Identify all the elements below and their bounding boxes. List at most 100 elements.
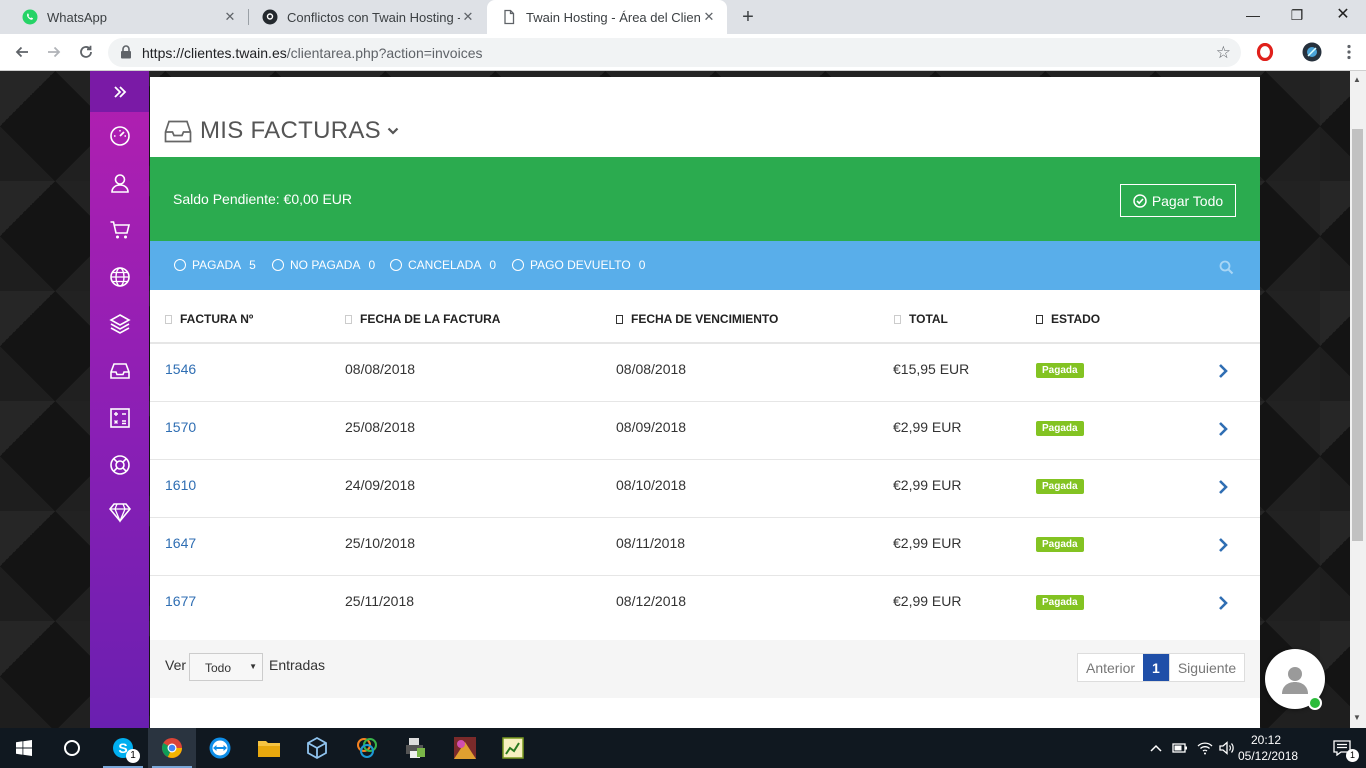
invoice-number-link[interactable]: 1647 [165, 535, 196, 551]
balance-bar: Saldo Pendiente: €0,00 EUR Pagar Todo [150, 157, 1260, 241]
table-row[interactable]: 1647 25/10/2018 08/11/2018 €2,99 EUR Pag… [150, 518, 1260, 576]
pagination-page-1[interactable]: 1 [1143, 654, 1169, 681]
table-row[interactable]: 1677 25/11/2018 08/12/2018 €2,99 EUR Pag… [150, 576, 1260, 634]
sidebar-item-account[interactable] [90, 159, 149, 206]
invoice-number-link[interactable]: 1570 [165, 419, 196, 435]
tab-close-icon[interactable]: ✕ [222, 9, 238, 25]
tab-whatsapp[interactable]: WhatsApp ✕ [8, 0, 248, 34]
address-bar[interactable]: https://clientes.twain.es/clientarea.php… [108, 38, 1241, 67]
minimize-icon[interactable]: — [1230, 0, 1276, 30]
taskbar-app-chart[interactable] [489, 728, 537, 768]
volume-icon[interactable] [1219, 741, 1235, 755]
taskbar-file-explorer[interactable] [245, 728, 293, 768]
back-icon[interactable] [10, 40, 34, 64]
taskbar-skype[interactable]: S 1 [99, 728, 147, 768]
taskbar-clock[interactable]: 20:12 05/12/2018 [1238, 732, 1298, 764]
sort-icon [1036, 314, 1043, 324]
tab-close-icon[interactable]: ✕ [701, 9, 717, 25]
url-path: /clientarea.php?action=invoices [286, 45, 483, 61]
chevron-right-icon[interactable] [1218, 421, 1228, 437]
column-header-estado[interactable]: ESTADO [1036, 312, 1100, 326]
forward-icon[interactable] [42, 40, 66, 64]
chevron-right-icon[interactable] [1218, 595, 1228, 611]
filter-count: 5 [249, 258, 256, 272]
column-header-vencimiento[interactable]: FECHA DE VENCIMIENTO [616, 312, 778, 326]
cortana-circle-icon [63, 739, 81, 757]
menu-icon[interactable] [1337, 40, 1361, 64]
chevron-up-icon[interactable] [1150, 744, 1162, 752]
chevron-right-icon[interactable] [1218, 479, 1228, 495]
column-header-total[interactable]: TOTAL [894, 312, 948, 326]
taskbar-app-circles[interactable] [343, 728, 391, 768]
invoice-total: €2,99 EUR [893, 593, 962, 609]
invoice-date: 25/11/2018 [345, 593, 415, 609]
tab-close-icon[interactable]: ✕ [460, 9, 476, 25]
sort-icon [165, 314, 172, 324]
entries-select[interactable]: Todo ▼ [189, 653, 263, 681]
sidebar-item-dashboard[interactable] [90, 112, 149, 159]
taskbar-app-printer[interactable] [391, 728, 439, 768]
filter-count: 0 [489, 258, 497, 272]
sidebar-item-affiliates[interactable] [90, 488, 149, 535]
table-row[interactable]: 1610 24/09/2018 08/10/2018 €2,99 EUR Pag… [150, 460, 1260, 518]
filter-cancelada[interactable]: CANCELADA 0 [390, 258, 496, 272]
battery-icon[interactable] [1172, 742, 1188, 754]
filter-label: PAGADA [192, 258, 242, 272]
invoice-number-link[interactable]: 1677 [165, 593, 196, 609]
scroll-down-icon[interactable]: ▼ [1353, 713, 1361, 722]
notification-badge: 1 [1346, 749, 1359, 762]
invoice-total: €2,99 EUR [893, 477, 962, 493]
chevron-right-icon[interactable] [1218, 537, 1228, 553]
sidebar-item-cart[interactable] [90, 206, 149, 253]
wifi-icon[interactable] [1197, 741, 1213, 755]
sidebar-expand-button[interactable] [90, 71, 149, 112]
new-tab-button[interactable]: + [737, 6, 759, 28]
table-row[interactable]: 1546 08/08/2018 08/08/2018 €15,95 EUR Pa… [150, 344, 1260, 402]
sort-icon [894, 314, 901, 324]
invoice-number-link[interactable]: 1546 [165, 361, 196, 377]
due-date: 08/08/2018 [616, 361, 687, 377]
page-scrollbar[interactable]: ▲ ▼ [1350, 71, 1366, 728]
sidebar-item-domains[interactable] [90, 253, 149, 300]
sidebar-item-support[interactable] [90, 441, 149, 488]
search-icon[interactable] [1219, 260, 1234, 275]
taskbar-virtualbox[interactable] [293, 728, 341, 768]
column-header-fecha[interactable]: FECHA DE LA FACTURA [345, 312, 500, 326]
scroll-up-icon[interactable]: ▲ [1353, 75, 1361, 84]
sidebar-item-invoices[interactable] [90, 347, 149, 394]
tab-twain-hosting[interactable]: Twain Hosting - Área del Cliente ✕ [487, 0, 727, 34]
taskbar-teamviewer[interactable] [196, 728, 244, 768]
profile-avatar-icon[interactable] [1300, 40, 1324, 64]
tab-conflictos[interactable]: Conflictos con Twain Hosting - D ✕ [248, 0, 486, 34]
page-title[interactable]: MIS FACTURAS [164, 117, 399, 145]
diamond-icon [108, 501, 131, 523]
filter-pago-devuelto[interactable]: PAGO DEVUELTO 0 [512, 258, 645, 272]
reload-icon[interactable] [74, 40, 98, 64]
restore-icon[interactable]: ❐ [1274, 0, 1320, 30]
filter-no-pagada[interactable]: NO PAGADA 0 [272, 258, 375, 272]
close-window-icon[interactable]: ✕ [1320, 0, 1366, 30]
invoice-number-link[interactable]: 1610 [165, 477, 196, 493]
invoice-date: 25/10/2018 [345, 535, 416, 551]
action-center-button[interactable]: 1 [1318, 728, 1366, 768]
sidebar-item-billing[interactable] [90, 394, 149, 441]
table-row[interactable]: 1570 25/08/2018 08/09/2018 €2,99 EUR Pag… [150, 402, 1260, 460]
filter-pagada[interactable]: PAGADA 5 [174, 258, 256, 272]
invoice-total: €15,95 EUR [893, 361, 970, 377]
opera-icon[interactable] [1253, 40, 1277, 64]
sort-icon [345, 314, 352, 324]
pagination-previous[interactable]: Anterior [1078, 654, 1143, 681]
bookmark-star-icon[interactable]: ☆ [1216, 43, 1231, 63]
cortana-button[interactable] [48, 728, 96, 768]
taskbar-app-game[interactable] [441, 728, 489, 768]
pay-all-button[interactable]: Pagar Todo [1120, 184, 1236, 217]
scrollbar-thumb[interactable] [1352, 129, 1363, 541]
user-avatar-icon [1280, 664, 1310, 694]
page-background: MIS FACTURAS Saldo Pendiente: €0,00 EUR … [0, 71, 1350, 728]
column-header-factura[interactable]: FACTURA Nº [165, 312, 253, 326]
chevron-right-icon[interactable] [1218, 363, 1228, 379]
pagination-next[interactable]: Siguiente [1168, 654, 1244, 681]
taskbar-chrome[interactable] [148, 728, 196, 768]
sidebar-item-services[interactable] [90, 300, 149, 347]
start-button[interactable] [0, 728, 48, 768]
